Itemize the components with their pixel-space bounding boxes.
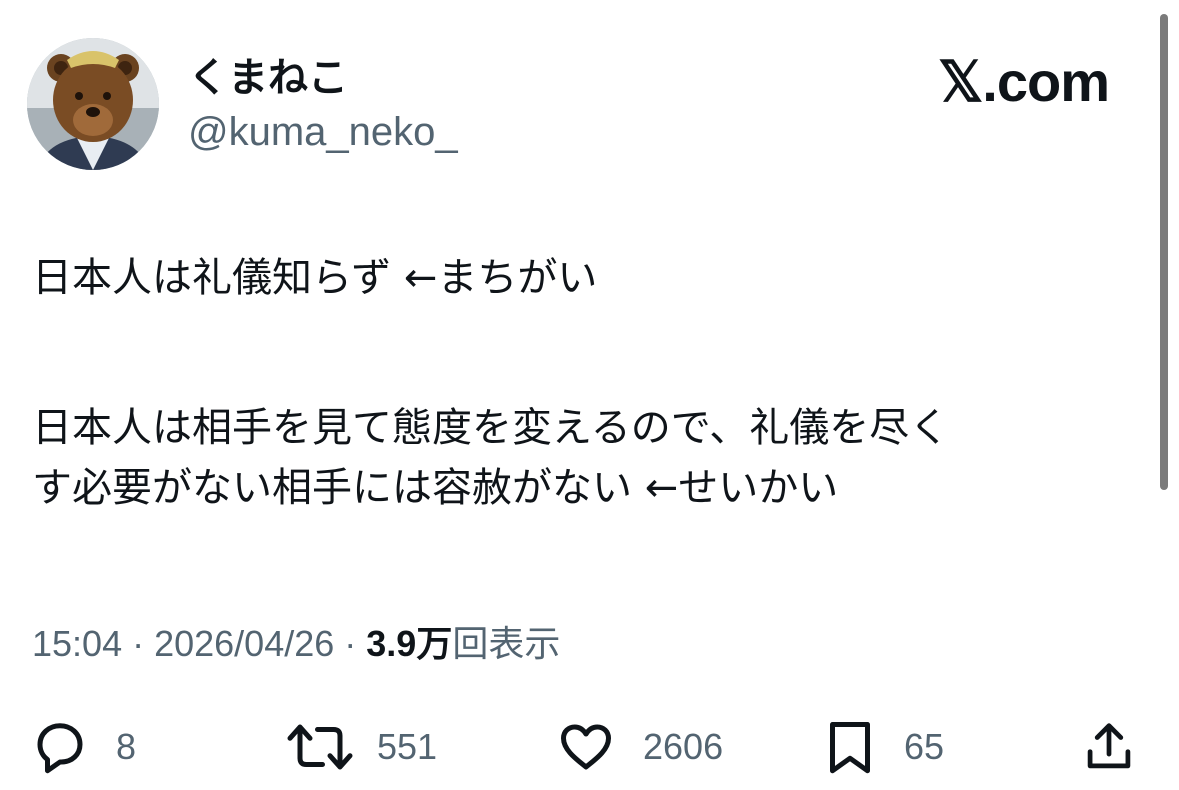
share-icon [1087,723,1131,769]
reply-button[interactable]: 8 [30,712,136,782]
heart-icon [561,724,611,770]
tweet-date[interactable]: 2026/04/26 [154,623,334,664]
reply-count: 8 [116,726,137,767]
like-button[interactable]: 2606 [555,712,723,782]
tweet-header: くまねこ @kuma_neko_ 𝕏.com [0,0,1179,200]
tweet-line: 日本人は礼儀知らず ←まちがい [32,255,598,301]
retweet-button[interactable]: 551 [285,712,437,782]
views-count: 3.9万 [366,623,453,664]
reply-icon [37,723,83,774]
views-label: 回表示 [452,623,561,664]
bear-avatar-image [27,38,159,170]
user-handle[interactable]: @kuma_neko_ [188,108,458,156]
tweet-line: 日本人は相手を見て態度を変えるので、礼儀を尽く [32,405,950,451]
tweet-line: す必要がない相手には容赦がない ←せいかい [32,465,839,511]
tweet-body: 日本人は礼儀知らず ←まちがい 日本人は相手を見て態度を変えるので、礼儀を尽く … [32,248,1132,518]
retweet-count: 551 [377,726,438,767]
retweet-icon [287,724,353,770]
x-logo-text: 𝕏.com [938,50,1110,113]
bookmark-button[interactable]: 65 [822,712,944,782]
like-count: 2606 [643,726,724,767]
avatar[interactable] [27,38,159,170]
share-button[interactable] [1083,712,1135,782]
bookmark-count: 65 [904,726,945,767]
meta-separator: · [334,623,367,664]
action-bar: 8 551 2606 65 [0,712,1179,782]
bookmark-icon [830,722,870,774]
tweet-meta: 15:04 · 2026/04/26 · 3.9万回表示 [32,620,560,668]
display-name[interactable]: くまねこ [188,54,348,102]
tweet-time[interactable]: 15:04 [32,623,122,664]
meta-separator: · [122,623,155,664]
